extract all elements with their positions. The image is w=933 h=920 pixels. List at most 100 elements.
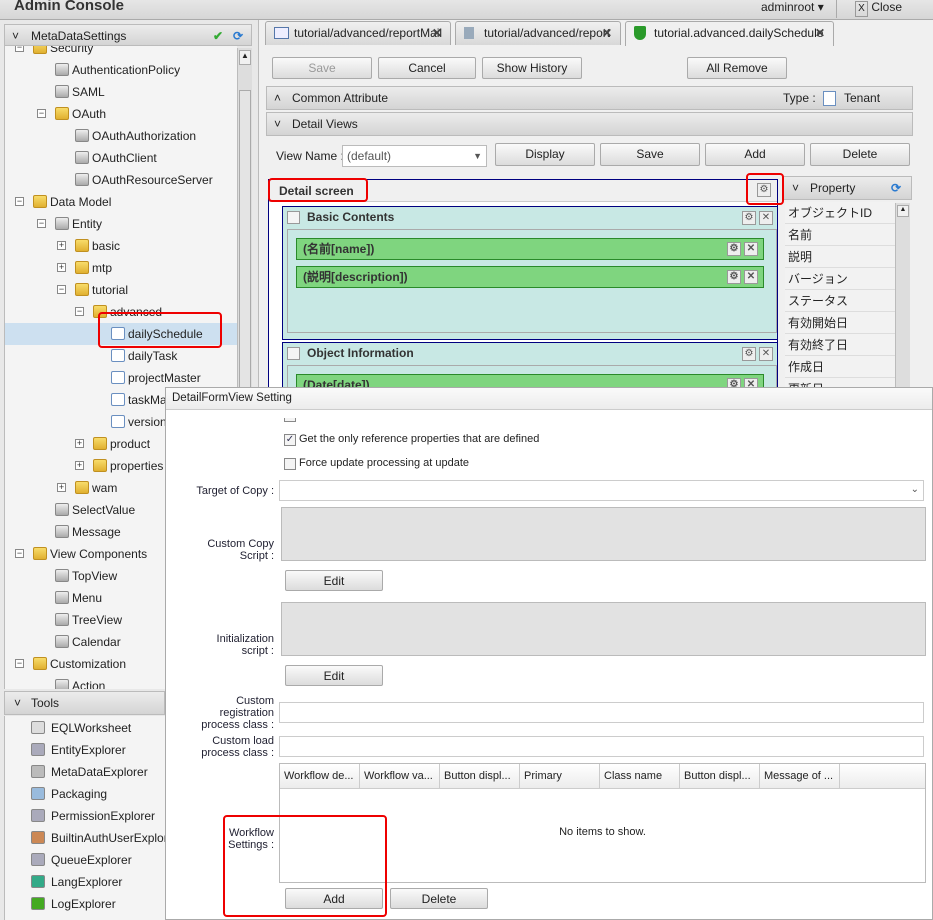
field-description[interactable]: (説明[description]) ⚙ ✕ — [296, 266, 764, 288]
edit-init-script-button[interactable]: Edit — [285, 665, 383, 686]
tree-item[interactable]: AuthenticationPolicy — [5, 59, 237, 81]
tab-close-icon[interactable]: ✕ — [815, 22, 825, 44]
tree-item[interactable]: + mtp — [5, 257, 237, 279]
scroll-up-icon[interactable]: ▲ — [897, 205, 909, 217]
tree-item[interactable]: − OAuth — [5, 103, 237, 125]
section-object-information[interactable]: Object Information ⚙ ✕ (Date[date]) ⚙ ✕ — [282, 342, 777, 388]
tree-item[interactable]: projectMaster — [5, 367, 237, 389]
grid-column-header[interactable]: Workflow de... — [280, 764, 360, 788]
refresh-icon[interactable]: ⟳ — [891, 177, 901, 199]
property-item[interactable]: 説明 — [785, 246, 895, 268]
property-item[interactable]: バージョン — [785, 268, 895, 290]
gear-icon[interactable]: ⚙ — [742, 211, 756, 225]
edit-copy-script-button[interactable]: Edit — [285, 570, 383, 591]
dialog-title-bar[interactable]: DetailFormView Setting — [166, 388, 932, 410]
tab-close-icon[interactable]: ✕ — [602, 22, 612, 44]
tools-header[interactable]: ˅ Tools — [4, 691, 165, 715]
tree-item[interactable]: − Security — [5, 46, 237, 59]
tab-report[interactable]: tutorial/advanced/report ✕ — [455, 21, 621, 45]
property-item[interactable]: ステータス — [785, 290, 895, 312]
remove-icon[interactable]: ✕ — [744, 270, 758, 284]
workflow-delete-button[interactable]: Delete — [390, 888, 488, 909]
grid-column-header[interactable]: Button displ... — [440, 764, 520, 788]
tab-report-mail[interactable]: tutorial/advanced/reportMail ✕ — [265, 21, 451, 45]
gear-icon[interactable]: ⚙ — [742, 347, 756, 361]
custom-registration-input[interactable] — [279, 702, 924, 723]
tools-list: EQLWorksheet EntityExplorer MetaDataExplor… — [4, 716, 178, 920]
tree-item[interactable]: SAML — [5, 81, 237, 103]
collapse-icon[interactable] — [287, 211, 300, 224]
tree-item[interactable]: dailyTask — [5, 345, 237, 367]
view-add-button[interactable]: Add — [705, 143, 805, 166]
common-attribute-header[interactable]: ˄ Common Attribute Type : Tenant Local — [266, 86, 913, 127]
property-item[interactable]: 有効終了日 — [785, 334, 895, 356]
show-history-button[interactable]: Show History — [482, 57, 582, 79]
property-scrollbar[interactable]: ▲ — [895, 203, 910, 387]
collapse-icon[interactable]: − — [75, 307, 84, 316]
checkbox-partial[interactable] — [284, 418, 296, 422]
expand-icon[interactable]: + — [57, 263, 66, 272]
get-only-reference-checkbox[interactable]: ✓ — [284, 434, 296, 446]
gear-icon[interactable]: ⚙ — [727, 270, 741, 284]
remove-icon[interactable]: ✕ — [759, 211, 773, 225]
user-menu[interactable]: adminroot ▾ — [761, 0, 824, 14]
tree-item[interactable]: + basic — [5, 235, 237, 257]
custom-load-input[interactable] — [279, 736, 924, 757]
tree-item[interactable]: OAuthAuthorization — [5, 125, 237, 147]
collapse-icon[interactable]: − — [37, 219, 46, 228]
property-item[interactable]: 名前 — [785, 224, 895, 246]
remove-icon[interactable]: ✕ — [744, 242, 758, 256]
property-item[interactable]: 更新日 — [785, 378, 895, 387]
target-of-copy-select[interactable]: ⌄ — [279, 480, 924, 501]
cancel-button[interactable]: Cancel — [378, 57, 476, 79]
tree-item[interactable]: − Entity — [5, 213, 237, 235]
tree-item[interactable]: − Data Model — [5, 191, 237, 213]
force-update-checkbox[interactable] — [284, 458, 296, 470]
refresh-icon[interactable]: ⟳ — [233, 25, 243, 47]
view-name-select[interactable]: (default) ▼ — [342, 145, 487, 167]
collapse-icon[interactable]: − — [57, 285, 66, 294]
property-item[interactable]: 作成日 — [785, 356, 895, 378]
grid-column-header[interactable]: Workflow va... — [360, 764, 440, 788]
grid-column-header[interactable]: Message of ... — [760, 764, 840, 788]
tab-daily-schedule[interactable]: tutorial.advanced.dailySchedule ✕ — [625, 21, 834, 46]
detail-views-header[interactable]: ˅ Detail Views — [266, 112, 913, 136]
property-header[interactable]: ˅ Property ⟳ — [783, 176, 912, 200]
view-delete-button[interactable]: Delete — [810, 143, 910, 166]
expand-icon[interactable]: + — [75, 439, 84, 448]
tree-item[interactable]: − tutorial — [5, 279, 237, 301]
grid-column-header[interactable]: Button displ... — [680, 764, 760, 788]
display-button[interactable]: Display — [495, 143, 595, 166]
grid-column-header[interactable]: Primary — [520, 764, 600, 788]
custom-copy-script-textarea[interactable] — [281, 507, 926, 561]
remove-icon[interactable]: ✕ — [759, 347, 773, 361]
collapse-icon[interactable]: − — [15, 549, 24, 558]
property-item[interactable]: オブジェクトID — [785, 202, 895, 224]
expand-icon[interactable]: + — [57, 483, 66, 492]
tree-item[interactable]: OAuthResourceServer — [5, 169, 237, 191]
close-button[interactable]: X Close — [855, 0, 902, 17]
initialization-script-textarea[interactable] — [281, 602, 926, 656]
gear-icon[interactable]: ⚙ — [727, 242, 741, 256]
property-item[interactable]: 有効開始日 — [785, 312, 895, 334]
tree-item[interactable]: OAuthClient — [5, 147, 237, 169]
collapse-icon[interactable]: − — [15, 197, 24, 206]
tab-close-icon[interactable]: ✕ — [432, 22, 442, 44]
section-basic-contents[interactable]: Basic Contents ⚙ ✕ (名前[name]) ⚙ ✕ (説明[descr… — [282, 206, 777, 340]
view-save-button[interactable]: Save — [600, 143, 700, 166]
collapse-icon[interactable] — [287, 347, 300, 360]
save-button[interactable]: Save — [272, 57, 372, 79]
grid-column-header[interactable]: Class name — [600, 764, 680, 788]
field-name[interactable]: (名前[name]) ⚙ ✕ — [296, 238, 764, 260]
expand-icon[interactable]: + — [75, 461, 84, 470]
check-icon[interactable]: ✔ — [213, 25, 223, 47]
scroll-thumb[interactable] — [239, 90, 251, 390]
tool-label: LogExplorer — [51, 897, 116, 911]
collapse-icon[interactable]: − — [37, 109, 46, 118]
metadata-settings-header[interactable]: ˅ MetaDataSettings ✔ ⟳ — [4, 24, 252, 46]
collapse-icon[interactable]: − — [15, 659, 24, 668]
collapse-icon[interactable]: − — [15, 46, 24, 52]
all-remove-button[interactable]: All Remove — [687, 57, 787, 79]
scroll-up-icon[interactable]: ▲ — [239, 50, 251, 65]
expand-icon[interactable]: + — [57, 241, 66, 250]
